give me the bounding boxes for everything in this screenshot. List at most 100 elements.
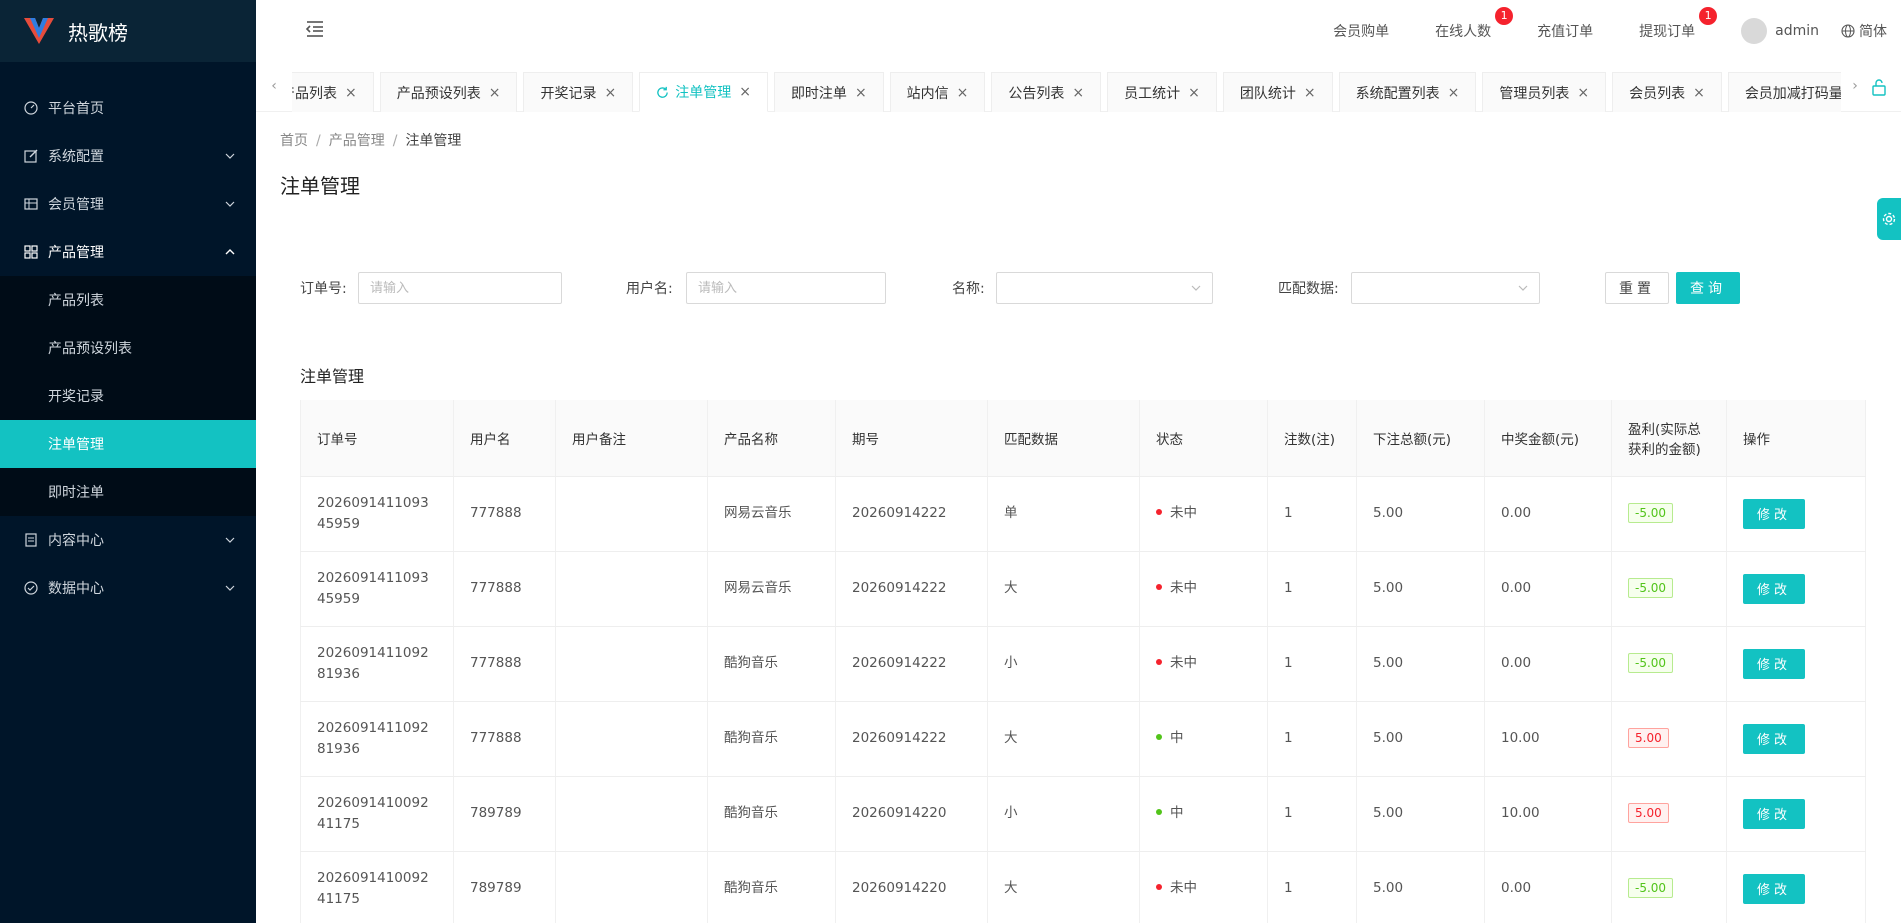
close-icon[interactable]: ×	[1693, 85, 1705, 101]
tab-label: 员工统计	[1124, 85, 1181, 102]
edit-button[interactable]: 修改	[1743, 873, 1805, 904]
tab-admin-list[interactable]: 管理员列表 ×	[1482, 72, 1607, 112]
header-link-member-purchase[interactable]: 会员购单	[1333, 21, 1389, 41]
close-icon[interactable]: ×	[345, 85, 357, 101]
cell-user-note	[555, 551, 708, 627]
tab-inbox[interactable]: 站内信 ×	[889, 72, 986, 112]
sidebar-item-label: 系统配置	[48, 149, 104, 165]
tab-product-list[interactable]: 产品列表 ×	[292, 72, 374, 112]
cell-prize: 10.00	[1484, 776, 1612, 852]
chevron-down-icon	[225, 201, 235, 207]
avatar[interactable]	[1741, 18, 1768, 44]
tab-draw-records[interactable]: 开奖记录 ×	[523, 72, 634, 112]
tab-scroll-left-icon[interactable]: ‹	[266, 78, 282, 94]
sidebar-subitem-product-list[interactable]: 产品列表	[0, 276, 256, 324]
close-icon[interactable]: ×	[1188, 85, 1200, 101]
tab-bet-management[interactable]: 注单管理 ×	[639, 72, 768, 112]
sidebar-subitem-live-bets[interactable]: 即时注单	[0, 468, 256, 516]
edit-button[interactable]: 修改	[1743, 648, 1805, 679]
cell-match-data: 小	[987, 776, 1140, 852]
logo[interactable]: 热歌榜	[0, 0, 256, 62]
close-icon[interactable]: ×	[1072, 85, 1084, 101]
edit-button[interactable]: 修改	[1743, 498, 1805, 529]
close-icon[interactable]: ×	[604, 85, 616, 101]
refresh-icon[interactable]	[656, 86, 669, 99]
match-data-label: 匹配数据:	[1278, 281, 1339, 297]
search-button[interactable]: 查询	[1676, 272, 1740, 304]
header-link-online-count[interactable]: 在线人数 1	[1435, 7, 1514, 41]
user-name[interactable]: admin	[1775, 23, 1819, 39]
sidebar-item-label: 数据中心	[48, 581, 104, 597]
cell-profit: -5.00	[1611, 551, 1727, 627]
tab-label: 开奖记录	[540, 85, 597, 102]
header-link-label: 在线人数	[1435, 24, 1492, 40]
language-label: 简体	[1859, 24, 1887, 40]
match-data-select[interactable]	[1351, 272, 1540, 304]
close-icon[interactable]: ×	[855, 85, 867, 101]
cell-status: 中	[1139, 776, 1268, 852]
col-profit: 盈利(实际总获利的金额)	[1611, 400, 1727, 477]
close-icon[interactable]: ×	[1448, 85, 1460, 101]
tab-member-list[interactable]: 会员列表 ×	[1612, 72, 1722, 112]
tab-product-presets[interactable]: 产品预设列表 ×	[379, 72, 518, 112]
sidebar-subitem-bet-management[interactable]: 注单管理	[0, 420, 256, 468]
menu-fold-icon[interactable]	[304, 18, 326, 40]
edit-button[interactable]: 修改	[1743, 723, 1805, 754]
header-link-recharge-orders[interactable]: 充值订单	[1537, 21, 1593, 41]
close-icon[interactable]: ×	[489, 85, 501, 101]
status-dot-loss	[1156, 884, 1162, 890]
order-input[interactable]	[358, 272, 562, 304]
tab-label: 团队统计	[1239, 85, 1296, 102]
name-select[interactable]	[996, 272, 1213, 304]
sidebar-menu: 平台首页 系统配置 会员管理 产品管理 产品列表 产品预设列表 开奖记录 注单管…	[0, 62, 256, 612]
close-icon[interactable]: ×	[739, 84, 751, 100]
cell-profit: -5.00	[1611, 851, 1727, 923]
cell-bet-count: 1	[1267, 701, 1357, 777]
bets-table: 订单号 用户名 用户备注 产品名称 期号 匹配数据 状态 注数(注) 下注总额(…	[300, 400, 1866, 923]
sidebar-item-products[interactable]: 产品管理	[0, 228, 256, 276]
globe-icon	[1841, 24, 1855, 38]
profit-tag: -5.00	[1628, 503, 1674, 523]
tab-live-bets[interactable]: 即时注单 ×	[773, 72, 884, 112]
username-input[interactable]	[686, 272, 886, 304]
close-icon[interactable]: ×	[1577, 85, 1589, 101]
cell-username: 777888	[453, 626, 556, 702]
sidebar-item-data[interactable]: 数据中心	[0, 564, 256, 612]
sidebar-item-system-config[interactable]: 系统配置	[0, 132, 256, 180]
sidebar-item-members[interactable]: 会员管理	[0, 180, 256, 228]
table-row: 202609141109281936 777888 酷狗音乐 20260914222 小…	[300, 626, 1866, 702]
tab-member-wager-adjust[interactable]: 会员加减打码量×	[1727, 72, 1841, 112]
cell-status: 未中	[1139, 476, 1268, 552]
sidebar-subitem-product-presets[interactable]: 产品预设列表	[0, 324, 256, 372]
tab-staff-stats[interactable]: 员工统计 ×	[1107, 72, 1217, 112]
tab-team-stats[interactable]: 团队统计 ×	[1222, 72, 1333, 112]
settings-button[interactable]	[1877, 198, 1901, 240]
breadcrumb-current: 注单管理	[405, 133, 462, 149]
tab-scroll-right-icon[interactable]: ›	[1847, 78, 1863, 94]
close-icon[interactable]: ×	[1304, 85, 1316, 101]
header-link-withdraw-orders[interactable]: 提现订单 1	[1639, 7, 1718, 41]
tab-system-config-list[interactable]: 系统配置列表 ×	[1338, 72, 1477, 112]
reset-button[interactable]: 重置	[1605, 272, 1669, 304]
cell-status: 未中	[1139, 851, 1268, 923]
breadcrumb-parent[interactable]: 产品管理	[329, 133, 385, 149]
sidebar-subitem-draw-records[interactable]: 开奖记录	[0, 372, 256, 420]
col-match-data: 匹配数据	[987, 400, 1140, 477]
col-status: 状态	[1139, 400, 1268, 477]
edit-button[interactable]: 修改	[1743, 573, 1805, 604]
section-title: 注单管理	[300, 367, 365, 386]
cell-product-name: 酷狗音乐	[707, 626, 836, 702]
close-icon[interactable]: ×	[957, 85, 969, 101]
sidebar-item-dashboard[interactable]: 平台首页	[0, 84, 256, 132]
cell-product-name: 网易云音乐	[707, 476, 836, 552]
breadcrumb-home[interactable]: 首页	[280, 133, 308, 149]
cell-order-no: 202609141009241175	[300, 776, 454, 852]
tab-label: 即时注单	[790, 85, 847, 102]
notification-badge: 1	[1699, 7, 1718, 25]
lock-icon[interactable]	[1871, 78, 1887, 96]
language-switch[interactable]: 简体	[1841, 21, 1887, 41]
sidebar-item-content[interactable]: 内容中心	[0, 516, 256, 564]
edit-button[interactable]: 修改	[1743, 798, 1805, 829]
cell-bet-count: 1	[1267, 776, 1357, 852]
tab-notices[interactable]: 公告列表 ×	[991, 72, 1102, 112]
